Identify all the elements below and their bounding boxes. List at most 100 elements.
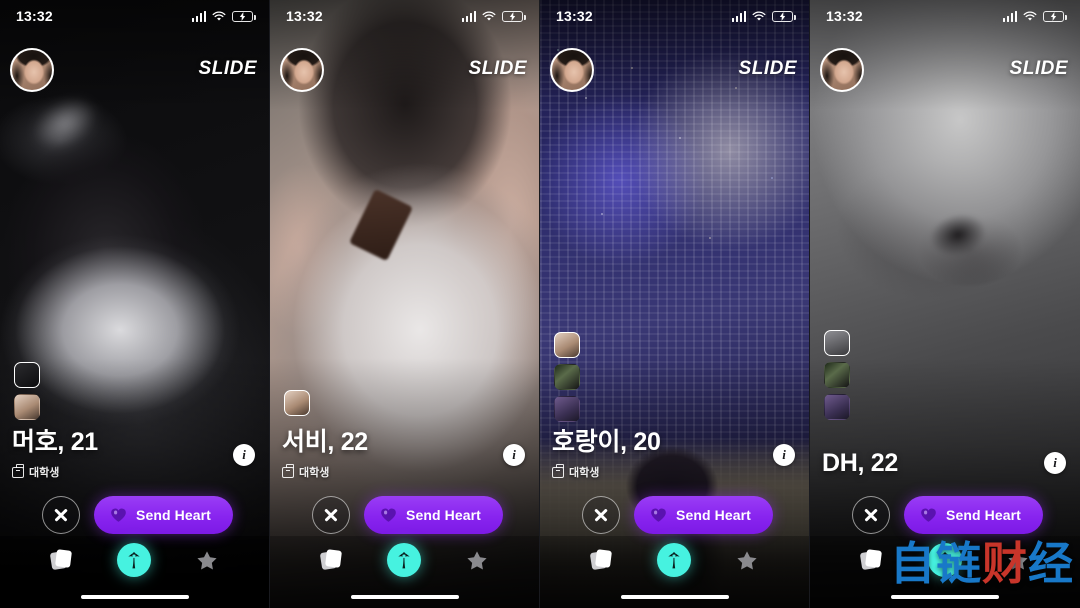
action-row: Send Heart [270, 496, 539, 534]
screenshot-strip: 13:32 SLIDE 머호, 21 대학생 i Send Heart 13:3… [0, 0, 1080, 608]
palm-tree-icon [117, 543, 152, 577]
watermark-char-3: 财 [981, 537, 1028, 590]
signal-icon [731, 10, 746, 22]
profile-name: 서비, 22 [282, 427, 368, 456]
bottom-nav [540, 538, 809, 582]
star-icon [737, 550, 757, 569]
thumbnail-1[interactable] [824, 362, 850, 388]
action-row: Send Heart [540, 496, 809, 534]
status-time: 13:32 [16, 8, 53, 24]
school-icon [282, 464, 294, 478]
heart-icon [651, 508, 666, 522]
action-row: Send Heart [0, 496, 269, 534]
send-heart-button[interactable]: Send Heart [94, 496, 233, 534]
stacked-cards-icon [319, 549, 343, 571]
home-indicator [891, 595, 999, 599]
palm-tree-icon [657, 543, 692, 577]
phone-screen-2: 13:32 SLIDE 서비, 22 대학생 i Send Heart [270, 0, 540, 608]
stacked-cards-icon [589, 549, 613, 571]
status-icons [191, 10, 256, 22]
home-indicator [620, 595, 729, 599]
wifi-icon [212, 10, 226, 21]
photo-thumbnail-rail[interactable] [284, 390, 310, 416]
info-button[interactable]: i [233, 444, 255, 466]
send-heart-button[interactable]: Send Heart [634, 496, 773, 534]
pass-button[interactable] [312, 496, 350, 534]
nav-item-cards[interactable] [582, 540, 622, 580]
info-button[interactable]: i [773, 444, 795, 466]
status-icons [461, 10, 526, 22]
signal-icon [1002, 10, 1017, 22]
nav-item-discover[interactable] [114, 540, 154, 580]
avatar[interactable] [280, 48, 324, 92]
thumbnail-0[interactable] [824, 330, 850, 356]
thumbnail-1[interactable] [14, 394, 40, 420]
wifi-icon [482, 10, 496, 21]
school-icon [12, 464, 24, 478]
avatar[interactable] [550, 48, 594, 92]
wifi-icon [752, 10, 766, 21]
watermark-char-4: 经 [1027, 537, 1074, 590]
profile-info: 머호, 21 대학생 [12, 428, 98, 481]
site-watermark: 自链财经 [890, 541, 1074, 586]
nav-item-discover[interactable] [384, 540, 424, 580]
pass-button[interactable] [42, 496, 80, 534]
thumbnail-2[interactable] [824, 394, 850, 420]
thumbnail-0[interactable] [554, 332, 580, 358]
wifi-icon [1023, 10, 1037, 21]
home-indicator [350, 595, 459, 599]
profile-name: 호랑이, 20 [552, 427, 661, 456]
nav-item-favorites[interactable] [727, 540, 767, 580]
thumbnail-0[interactable] [284, 390, 310, 416]
pass-button[interactable] [582, 496, 620, 534]
phone-screen-4: 13:32 SLIDE DH, 22 i Send Heart 自链财经 [810, 0, 1080, 608]
palm-tree-icon [387, 543, 422, 577]
star-icon [467, 550, 487, 569]
signal-icon [191, 10, 206, 22]
status-bar: 13:32 [0, 0, 269, 32]
send-heart-label: Send Heart [946, 507, 1021, 523]
info-button[interactable]: i [1044, 452, 1066, 474]
status-bar: 13:32 [810, 0, 1080, 32]
photo-thumbnail-rail[interactable] [14, 362, 40, 420]
profile-name: DH, 22 [822, 448, 899, 477]
nav-item-favorites[interactable] [187, 540, 227, 580]
profile-tag-label: 대학생 [29, 467, 60, 479]
profile-info: DH, 22 [822, 448, 899, 478]
nav-item-discover[interactable] [654, 540, 694, 580]
thumbnail-0[interactable] [14, 362, 40, 388]
status-time: 13:32 [826, 8, 863, 24]
photo-thumbnail-rail[interactable] [824, 330, 850, 420]
avatar[interactable] [10, 48, 54, 92]
profile-info: 서비, 22 대학생 [282, 427, 368, 481]
action-row: Send Heart [810, 496, 1080, 534]
info-button[interactable]: i [503, 444, 525, 466]
send-heart-button[interactable]: Send Heart [904, 496, 1043, 534]
watermark-char-2: 链 [935, 537, 982, 590]
nav-item-cards[interactable] [42, 540, 82, 580]
profile-tag: 대학생 [552, 464, 661, 480]
brand-logo: SLIDE [468, 58, 527, 79]
status-bar: 13:32 [270, 0, 539, 32]
stacked-cards-icon [860, 549, 883, 571]
nav-item-cards[interactable] [852, 540, 892, 580]
battery-charging-icon [1043, 10, 1067, 22]
thumbnail-2[interactable] [554, 396, 580, 422]
status-time: 13:32 [286, 8, 323, 24]
signal-icon [461, 10, 476, 22]
nav-item-favorites[interactable] [457, 540, 497, 580]
battery-charging-icon [232, 10, 256, 22]
profile-tag-label: 대학생 [299, 467, 330, 479]
watermark-char-1: 自 [889, 537, 936, 590]
thumbnail-1[interactable] [554, 364, 580, 390]
pass-button[interactable] [852, 496, 890, 534]
heart-icon [111, 508, 126, 522]
bottom-nav [270, 538, 539, 582]
battery-charging-icon [772, 10, 796, 22]
brand-logo: SLIDE [1009, 58, 1068, 79]
send-heart-button[interactable]: Send Heart [364, 496, 503, 534]
avatar[interactable] [820, 48, 864, 92]
heart-icon [921, 508, 936, 522]
photo-thumbnail-rail[interactable] [554, 332, 580, 422]
nav-item-cards[interactable] [312, 540, 352, 580]
